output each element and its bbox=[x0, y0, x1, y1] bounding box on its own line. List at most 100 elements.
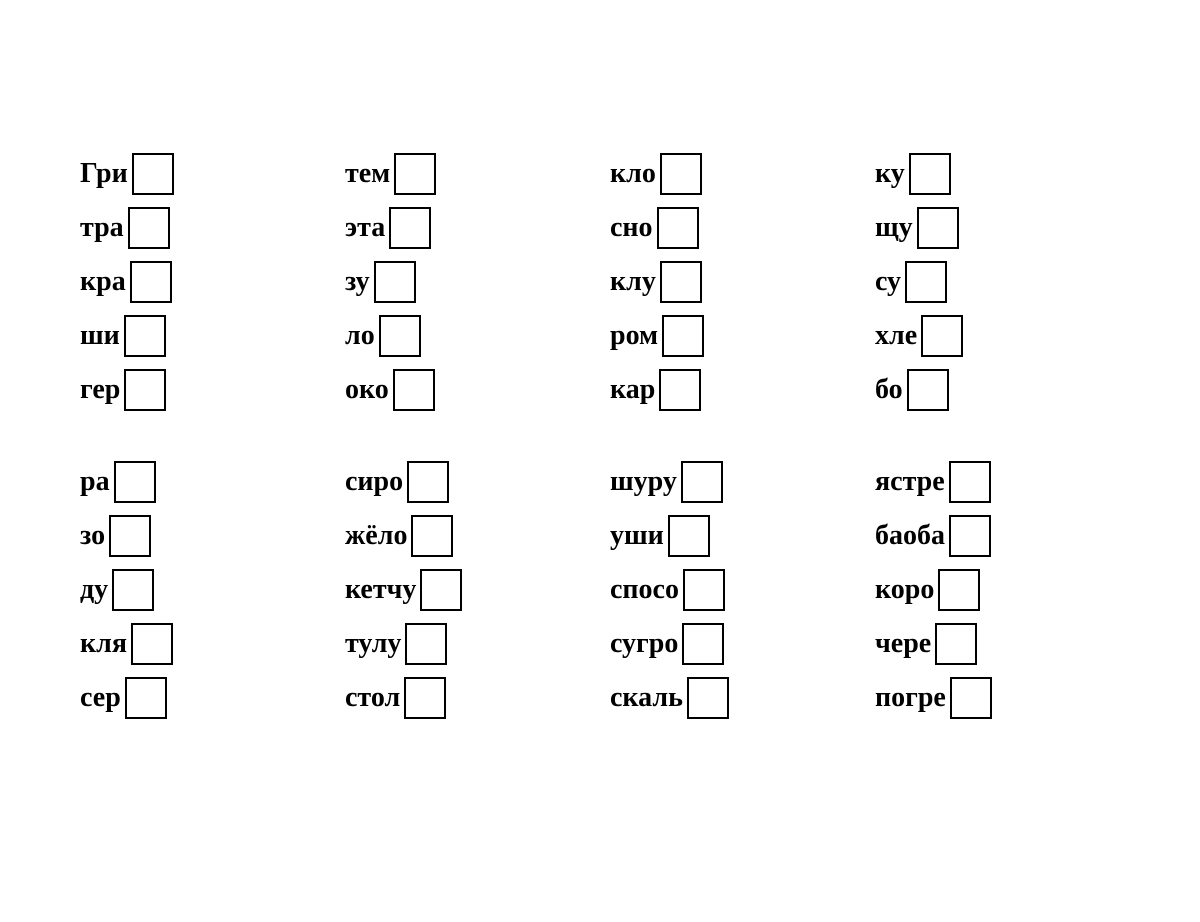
answer-box[interactable] bbox=[125, 677, 167, 719]
answer-box[interactable] bbox=[379, 315, 421, 357]
answer-box[interactable] bbox=[662, 315, 704, 357]
word-item: клу bbox=[610, 261, 855, 303]
column-1-0: ра зо ду кля сер bbox=[80, 461, 325, 719]
prefix-text: су bbox=[875, 266, 901, 298]
prefix-text: зо bbox=[80, 520, 105, 552]
prefix-text: уши bbox=[610, 520, 664, 552]
answer-box[interactable] bbox=[420, 569, 462, 611]
prefix-text: кло bbox=[610, 158, 656, 190]
word-item: тулу bbox=[345, 623, 590, 665]
prefix-text: ду bbox=[80, 574, 108, 606]
answer-box[interactable] bbox=[683, 569, 725, 611]
answer-box[interactable] bbox=[411, 515, 453, 557]
answer-box[interactable] bbox=[657, 207, 699, 249]
word-item: бо bbox=[875, 369, 1120, 411]
answer-box[interactable] bbox=[407, 461, 449, 503]
prefix-text: кля bbox=[80, 628, 127, 660]
answer-box[interactable] bbox=[921, 315, 963, 357]
word-item: кля bbox=[80, 623, 325, 665]
answer-box[interactable] bbox=[660, 153, 702, 195]
prefix-text: кар bbox=[610, 374, 655, 406]
prefix-text: чере bbox=[875, 628, 931, 660]
answer-box[interactable] bbox=[659, 369, 701, 411]
answer-box[interactable] bbox=[130, 261, 172, 303]
prefix-text: сно bbox=[610, 212, 653, 244]
prefix-text: коро bbox=[875, 574, 934, 606]
word-item: стол bbox=[345, 677, 590, 719]
prefix-text: ром bbox=[610, 320, 658, 352]
answer-box[interactable] bbox=[374, 261, 416, 303]
word-item: ло bbox=[345, 315, 590, 357]
answer-box[interactable] bbox=[909, 153, 951, 195]
word-item: сер bbox=[80, 677, 325, 719]
prefix-text: ку bbox=[875, 158, 905, 190]
word-item: око bbox=[345, 369, 590, 411]
word-item: ду bbox=[80, 569, 325, 611]
answer-box[interactable] bbox=[950, 677, 992, 719]
section-1: разодуклясерсирожёлокетчутулустолшурууши… bbox=[80, 461, 1120, 719]
prefix-text: спосо bbox=[610, 574, 679, 606]
answer-box[interactable] bbox=[128, 207, 170, 249]
word-item: жёло bbox=[345, 515, 590, 557]
answer-box[interactable] bbox=[114, 461, 156, 503]
word-item: щу bbox=[875, 207, 1120, 249]
word-item: погре bbox=[875, 677, 1120, 719]
word-item: сно bbox=[610, 207, 855, 249]
prefix-text: жёло bbox=[345, 520, 407, 552]
answer-box[interactable] bbox=[660, 261, 702, 303]
word-item: Гри bbox=[80, 153, 325, 195]
answer-box[interactable] bbox=[131, 623, 173, 665]
answer-box[interactable] bbox=[682, 623, 724, 665]
prefix-text: бо bbox=[875, 374, 903, 406]
prefix-text: кра bbox=[80, 266, 126, 298]
answer-box[interactable] bbox=[404, 677, 446, 719]
answer-box[interactable] bbox=[132, 153, 174, 195]
answer-box[interactable] bbox=[109, 515, 151, 557]
answer-box[interactable] bbox=[668, 515, 710, 557]
answer-box[interactable] bbox=[949, 461, 991, 503]
prefix-text: тем bbox=[345, 158, 390, 190]
word-item: уши bbox=[610, 515, 855, 557]
answer-box[interactable] bbox=[393, 369, 435, 411]
prefix-text: ра bbox=[80, 466, 110, 498]
prefix-text: шуру bbox=[610, 466, 677, 498]
prefix-text: сер bbox=[80, 682, 121, 714]
prefix-text: хле bbox=[875, 320, 917, 352]
answer-box[interactable] bbox=[394, 153, 436, 195]
answer-box[interactable] bbox=[938, 569, 980, 611]
prefix-text: тра bbox=[80, 212, 124, 244]
word-item: кар bbox=[610, 369, 855, 411]
answer-box[interactable] bbox=[905, 261, 947, 303]
answer-box[interactable] bbox=[949, 515, 991, 557]
word-item: су bbox=[875, 261, 1120, 303]
prefix-text: гер bbox=[80, 374, 120, 406]
prefix-text: ястре bbox=[875, 466, 945, 498]
word-item: сугро bbox=[610, 623, 855, 665]
word-item: зо bbox=[80, 515, 325, 557]
prefix-text: ло bbox=[345, 320, 375, 352]
word-item: шуру bbox=[610, 461, 855, 503]
page: Гритракрашигертемэтазулоококлосноклуромк… bbox=[50, 113, 1150, 809]
answer-box[interactable] bbox=[907, 369, 949, 411]
word-item: ястре bbox=[875, 461, 1120, 503]
word-item: спосо bbox=[610, 569, 855, 611]
column-0-1: темэтазулооко bbox=[345, 153, 590, 411]
column-1-1: сирожёлокетчутулустол bbox=[345, 461, 590, 719]
prefix-text: Гри bbox=[80, 158, 128, 190]
answer-box[interactable] bbox=[124, 369, 166, 411]
answer-box[interactable] bbox=[124, 315, 166, 357]
answer-box[interactable] bbox=[681, 461, 723, 503]
prefix-text: бaoба bbox=[875, 520, 945, 552]
word-item: ра bbox=[80, 461, 325, 503]
answer-box[interactable] bbox=[687, 677, 729, 719]
answer-box[interactable] bbox=[917, 207, 959, 249]
answer-box[interactable] bbox=[935, 623, 977, 665]
column-1-2: шуруушиспососугроскаль bbox=[610, 461, 855, 719]
answer-box[interactable] bbox=[405, 623, 447, 665]
word-item: ку bbox=[875, 153, 1120, 195]
word-item: ши bbox=[80, 315, 325, 357]
answer-box[interactable] bbox=[389, 207, 431, 249]
answer-box[interactable] bbox=[112, 569, 154, 611]
word-item: кло bbox=[610, 153, 855, 195]
word-item: хле bbox=[875, 315, 1120, 357]
